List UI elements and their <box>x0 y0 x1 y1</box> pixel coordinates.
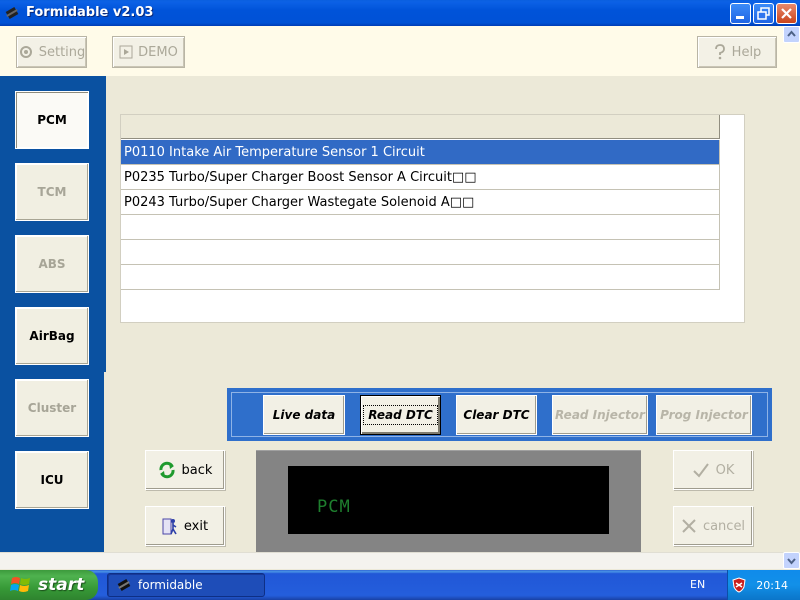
setting-label: Setting <box>38 44 86 60</box>
live-data-label: Live data <box>272 408 336 422</box>
display-text: PCM <box>317 497 351 517</box>
windows-logo-icon <box>10 577 30 592</box>
prog-injector-button[interactable]: Prog Injector <box>656 395 752 435</box>
nav-cluster-label: Cluster <box>27 401 77 415</box>
dtc-row-text: P0110 Intake Air Temperature Sensor 1 Ci… <box>124 144 425 160</box>
clock[interactable]: 20:14 <box>756 579 788 592</box>
minimize-icon <box>736 16 744 19</box>
dtc-row-text: P0235 Turbo/Super Charger Boost Sensor A… <box>124 169 477 185</box>
nav-airbag-label: AirBag <box>29 329 75 343</box>
nav-abs-label: ABS <box>38 257 66 271</box>
scroll-up-button[interactable] <box>783 26 800 43</box>
nav-pcm-button[interactable]: PCM <box>15 91 89 149</box>
language-indicator[interactable]: EN <box>690 578 705 591</box>
restore-icon <box>757 7 770 20</box>
cancel-x-icon <box>682 519 696 533</box>
nav-tcm-label: TCM <box>37 185 67 199</box>
ok-button[interactable]: OK <box>673 450 753 490</box>
clear-dtc-label: Clear DTC <box>463 408 530 422</box>
restore-button[interactable] <box>753 3 774 24</box>
exit-button[interactable]: exit <box>145 506 225 546</box>
chevron-up-icon <box>787 30 796 37</box>
start-label: start <box>38 575 85 595</box>
nav-icu-button[interactable]: ICU <box>15 451 89 509</box>
scroll-down-button[interactable] <box>783 552 800 569</box>
minimize-button[interactable] <box>730 3 751 24</box>
security-shield-icon[interactable] <box>732 577 746 593</box>
dtc-row[interactable]: P0243 Turbo/Super Charger Wastegate Sole… <box>121 190 720 215</box>
prog-injector-label: Prog Injector <box>660 408 748 422</box>
dtc-row[interactable] <box>121 265 720 290</box>
start-button[interactable]: start <box>0 570 98 600</box>
dtc-row[interactable] <box>121 215 720 240</box>
exit-door-icon <box>162 518 177 535</box>
demo-label: DEMO <box>138 44 178 60</box>
exit-label: exit <box>183 518 209 534</box>
chevron-down-icon <box>787 558 796 565</box>
back-label: back <box>181 462 213 478</box>
read-injector-button[interactable]: Read Injector <box>552 395 648 435</box>
close-button[interactable] <box>776 3 797 24</box>
refresh-icon <box>159 461 175 479</box>
nav-tcm-button[interactable]: TCM <box>15 163 89 221</box>
app-chip-icon <box>5 7 19 19</box>
dtc-row-text: P0243 Turbo/Super Charger Wastegate Sole… <box>124 194 475 210</box>
dtc-list-header[interactable] <box>121 115 720 139</box>
panel-edge <box>104 76 106 372</box>
live-data-button[interactable]: Live data <box>263 395 345 435</box>
close-icon <box>781 8 792 19</box>
back-button[interactable]: back <box>145 450 225 490</box>
dtc-row[interactable]: P0110 Intake Air Temperature Sensor 1 Ci… <box>121 140 720 165</box>
horizontal-scrollbar[interactable] <box>0 552 800 569</box>
setting-icon <box>19 46 32 58</box>
checkmark-icon <box>692 463 709 478</box>
help-label: Help <box>731 44 762 60</box>
system-tray: 20:14 <box>727 570 800 600</box>
nav-icu-label: ICU <box>40 473 64 487</box>
window-title: Formidable v2.03 <box>26 5 154 20</box>
nav-pcm-label: PCM <box>37 113 67 127</box>
app-chip-icon <box>117 579 131 591</box>
dtc-row[interactable] <box>121 240 720 265</box>
read-dtc-label: Read DTC <box>363 405 438 425</box>
play-icon <box>119 45 133 59</box>
nav-abs-button[interactable]: ABS <box>15 235 89 293</box>
read-injector-label: Read Injector <box>555 408 645 422</box>
taskbar-item-formidable[interactable]: formidable <box>107 573 265 597</box>
setting-button[interactable]: Setting <box>16 36 87 68</box>
nav-cluster-button[interactable]: Cluster <box>15 379 89 437</box>
help-button[interactable]: Help <box>697 36 777 68</box>
ok-label: OK <box>715 462 735 478</box>
cancel-label: cancel <box>702 518 746 534</box>
dtc-row[interactable]: P0235 Turbo/Super Charger Boost Sensor A… <box>121 165 720 190</box>
cancel-button[interactable]: cancel <box>673 506 753 546</box>
help-icon <box>714 44 725 60</box>
demo-button[interactable]: DEMO <box>112 36 185 68</box>
taskbar-item-label: formidable <box>138 578 203 592</box>
read-dtc-button[interactable]: Read DTC <box>360 395 441 435</box>
nav-airbag-button[interactable]: AirBag <box>15 307 89 365</box>
clear-dtc-button[interactable]: Clear DTC <box>456 395 537 435</box>
